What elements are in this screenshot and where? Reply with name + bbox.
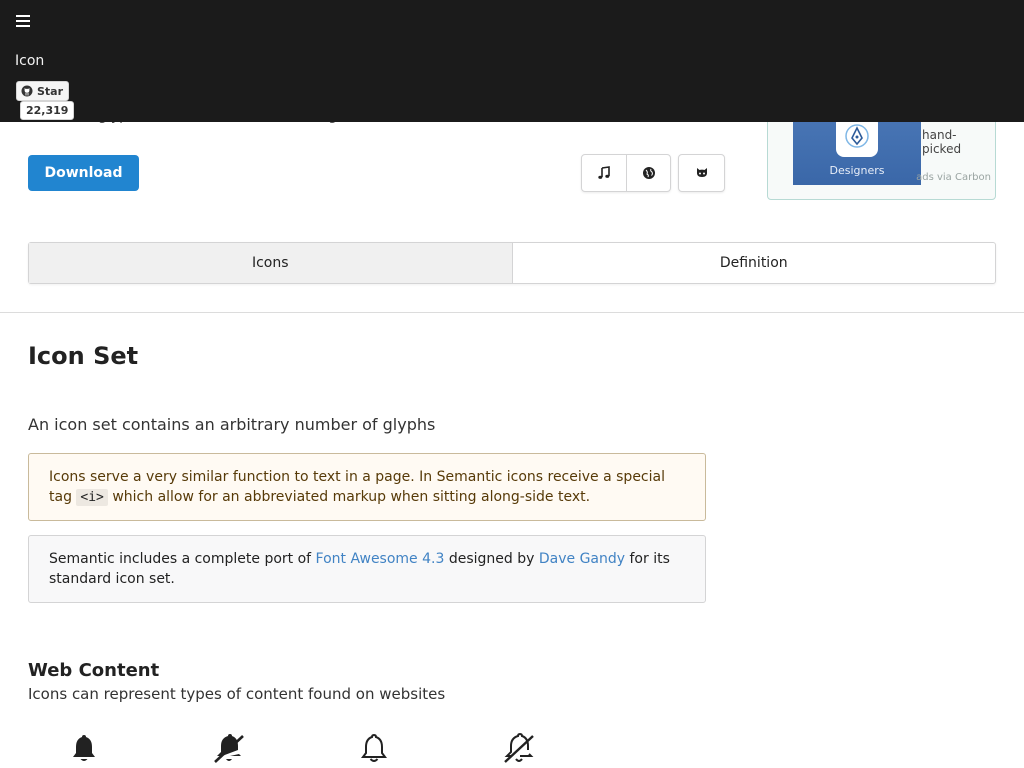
warning-text-end: which allow for an abbreviated markup wh… bbox=[107, 489, 591, 505]
globe-button[interactable] bbox=[626, 155, 670, 191]
page-title: Icon bbox=[15, 53, 45, 69]
alarm-icon[interactable] bbox=[67, 731, 101, 765]
alarm-outline-icon[interactable] bbox=[357, 731, 391, 765]
download-button[interactable]: Download bbox=[28, 155, 139, 191]
info-message: Semantic includes a complete port of Fon… bbox=[28, 535, 706, 603]
music-button[interactable] bbox=[582, 155, 626, 191]
i-tag-code: <i> bbox=[76, 489, 108, 506]
info-text: Semantic includes a complete port of bbox=[49, 551, 316, 567]
tab-menu: Icons Definition bbox=[28, 242, 996, 284]
github-icon bbox=[21, 85, 33, 97]
section-heading: Icon Set bbox=[28, 342, 139, 370]
globe-icon bbox=[642, 167, 655, 179]
ad-via-link[interactable]: ads via Carbon bbox=[916, 172, 991, 183]
top-bar: Icon Star 22,319 bbox=[0, 0, 1024, 122]
tab-icons[interactable]: Icons bbox=[29, 243, 512, 283]
github-star-count[interactable]: 22,319 bbox=[20, 101, 75, 120]
icon-button-group bbox=[581, 154, 671, 192]
github-button[interactable] bbox=[678, 154, 725, 192]
github-alt-icon bbox=[696, 168, 707, 177]
icon-grid-row bbox=[0, 731, 1024, 768]
music-icon bbox=[598, 166, 610, 179]
dave-gandy-link[interactable]: Dave Gandy bbox=[539, 551, 625, 567]
section-description: An icon set contains an arbitrary number… bbox=[28, 415, 436, 434]
alarm-slash-icon[interactable] bbox=[212, 731, 246, 765]
web-content-title: Web Content bbox=[28, 660, 160, 681]
font-awesome-link[interactable]: Font Awesome 4.3 bbox=[316, 551, 445, 567]
warning-message: Icons serve a very similar function to t… bbox=[28, 453, 706, 521]
web-content-subtitle: Icons can represent types of content fou… bbox=[28, 685, 446, 703]
info-text-middle: designed by bbox=[444, 551, 539, 567]
ad-text[interactable]: hand-picked bbox=[922, 128, 994, 156]
ad-image-caption: Designers bbox=[829, 164, 885, 177]
github-star-button[interactable]: Star bbox=[16, 81, 69, 101]
hamburger-icon[interactable] bbox=[16, 14, 30, 28]
alarm-slash-outline-icon[interactable] bbox=[502, 731, 536, 765]
github-star-label: Star bbox=[37, 84, 64, 98]
tab-definition[interactable]: Definition bbox=[511, 243, 996, 283]
